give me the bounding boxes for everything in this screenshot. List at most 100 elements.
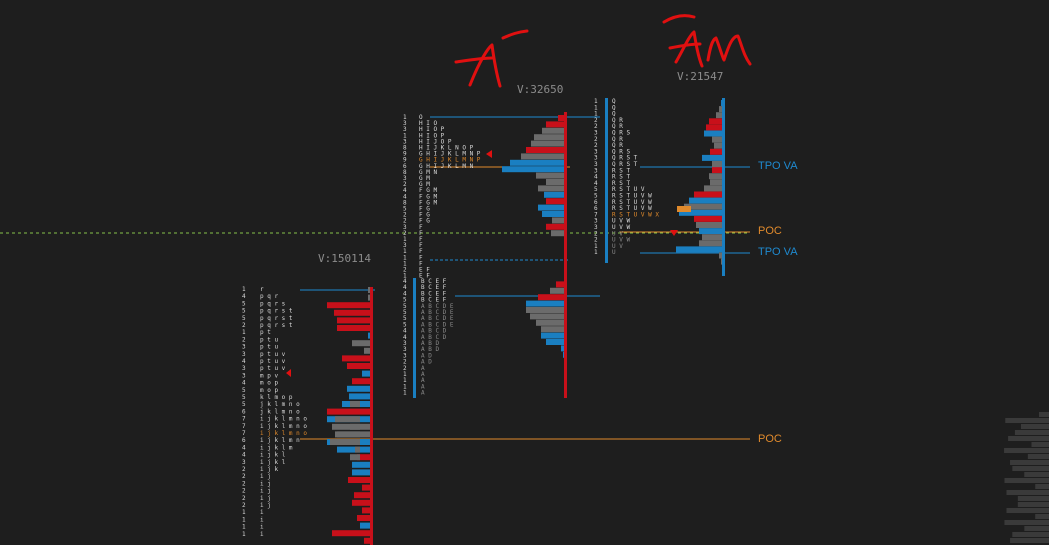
volume-bar-right <box>710 179 724 186</box>
volume-bar-mid <box>526 300 566 307</box>
mini-volume-histogram-bar <box>1012 466 1049 471</box>
mini-volume-histogram-bar <box>1024 526 1049 531</box>
handwritten-dash-mid <box>501 29 529 40</box>
market-profile-chart[interactable]: 1 r 4 p q r 5 p q r s 5 p q r s t 5 p q r s t 2 p q… <box>0 0 1049 545</box>
volume-bar-mid <box>542 127 566 134</box>
handwritten-a-mid <box>468 43 502 88</box>
volume-bar-mid <box>542 211 566 217</box>
mini-volume-histogram-bar <box>1004 448 1049 453</box>
mini-volume-histogram-bar <box>1006 508 1049 513</box>
volume-bar-mid <box>530 313 566 320</box>
tpo-letters-left: i j k <box>260 466 278 473</box>
volume-bar-mid <box>538 185 566 192</box>
tpo-letters-left: i j k l <box>260 459 286 466</box>
tpo-letters-left: i <box>260 531 264 538</box>
mini-volume-histogram-bar <box>1035 514 1049 519</box>
mini-volume-histogram-bar <box>1020 424 1049 429</box>
mini-volume-histogram-bar <box>1027 454 1049 459</box>
mini-volume-histogram-bar <box>1035 484 1049 489</box>
tpo-letters-left: i j <box>260 473 271 480</box>
volume-bar-mid <box>538 204 566 211</box>
tpo-count-mid-b: 1 <box>403 390 407 397</box>
tpo-letters-left: i <box>260 509 264 516</box>
volume-label-mid: V:32650 <box>517 83 564 96</box>
tpo-chart-canvas[interactable]: 1 r 4 p q r 5 p q r s 5 p q r s t 5 p q r s t 2 p q… <box>0 0 1049 545</box>
tpo-count-left: 5 <box>242 387 246 394</box>
volume-bar-mid <box>541 326 566 333</box>
tpo-count-left: 4 <box>242 452 246 459</box>
tpo-count-left: 2 <box>242 502 246 509</box>
tpo-count-left: 1 <box>242 516 246 523</box>
mini-volume-histogram-bar <box>1006 490 1049 495</box>
mini-volume-histogram-bar <box>1024 472 1049 477</box>
mini-volume-histogram-bar <box>1017 496 1049 501</box>
tpo-letters-left: p q r s <box>260 300 286 307</box>
volume-bar-left <box>354 492 372 499</box>
handwritten-dash-right <box>662 14 696 24</box>
volume-bar-right <box>702 154 724 161</box>
tpo-letters-left: p t u <box>260 344 278 351</box>
volume-bar-left <box>334 309 372 316</box>
mini-volume-histogram-bar <box>1017 502 1049 507</box>
volume-bar-mid <box>531 140 566 147</box>
volume-bar-right <box>676 246 724 253</box>
volume-bar-mid <box>546 223 566 230</box>
volume-bar-left <box>332 530 372 537</box>
poc-bar-right <box>677 206 691 212</box>
volume-bar-right <box>704 185 724 192</box>
volume-bar-mid <box>541 332 566 339</box>
volume-bar-left <box>352 469 372 476</box>
tpo-letters-left: k l m o p <box>260 394 293 401</box>
tpo-count-left: 3 <box>242 372 246 379</box>
volume-bar-mid <box>538 294 566 301</box>
mini-volume-histogram-bar <box>1010 460 1049 465</box>
volume-bar-left <box>337 317 372 324</box>
tpo-count-left: 1 <box>242 509 246 516</box>
tpo-letters-left: i j k l m n <box>260 437 300 444</box>
mini-volume-histogram-bar <box>1004 478 1049 483</box>
tpo-count-left: 1 <box>242 329 246 336</box>
volume-bar-mid <box>526 307 566 313</box>
volume-label-right: V:21547 <box>677 70 724 83</box>
tpo-count-right: 1 <box>594 249 598 256</box>
tpo-count-left: 1 <box>242 524 246 531</box>
tpo-count-left: 3 <box>242 365 246 372</box>
volume-bar-left <box>352 378 372 385</box>
volume-bar-left <box>357 515 372 521</box>
tpo-letters-left: p t u v <box>260 358 286 365</box>
volume-bar-left-neutral <box>335 416 360 423</box>
tpo-letters-left: j k l m n o <box>260 408 300 415</box>
volume-bar-mid <box>550 287 566 294</box>
tpo-count-left: 4 <box>242 358 246 365</box>
volume-bar-mid <box>510 159 566 166</box>
volume-bar-right <box>702 234 724 241</box>
volume-bar-right <box>710 148 724 155</box>
tpo-count-left: 5 <box>242 315 246 322</box>
tpo-letters-left: r <box>260 286 264 293</box>
tpo-count-left: 7 <box>242 430 246 437</box>
volume-bar-mid <box>552 217 566 224</box>
tpo-count-left: 5 <box>242 401 246 408</box>
volume-bar-mid <box>534 134 566 141</box>
handwritten-a-right <box>674 30 704 68</box>
tpo-letters-left: m o p <box>260 387 278 394</box>
poc-label-upper: POC <box>758 225 782 237</box>
volume-bar-mid <box>544 191 566 198</box>
volume-bar-left-neutral <box>350 454 360 461</box>
poc-label-lower: POC <box>758 433 782 445</box>
marker-triangle-mid <box>486 150 492 158</box>
tpo-count-left: 2 <box>242 495 246 502</box>
tpo-letters-left: i j k l <box>260 452 286 459</box>
volume-bar-mid <box>526 147 566 153</box>
handwritten-m-right <box>706 34 752 66</box>
volume-bar-right <box>709 118 724 125</box>
volume-bar-mid <box>546 121 566 128</box>
volume-bar-left <box>352 461 372 468</box>
volume-bar-right <box>696 222 724 228</box>
tpo-count-left: 5 <box>242 308 246 315</box>
volume-bar-right <box>704 130 724 137</box>
volume-bar-left-neutral <box>335 431 360 438</box>
volume-bar-right <box>694 215 724 222</box>
tpo-letters-left: p t u <box>260 336 278 343</box>
tpo-letters-mid-b: A <box>421 390 425 397</box>
